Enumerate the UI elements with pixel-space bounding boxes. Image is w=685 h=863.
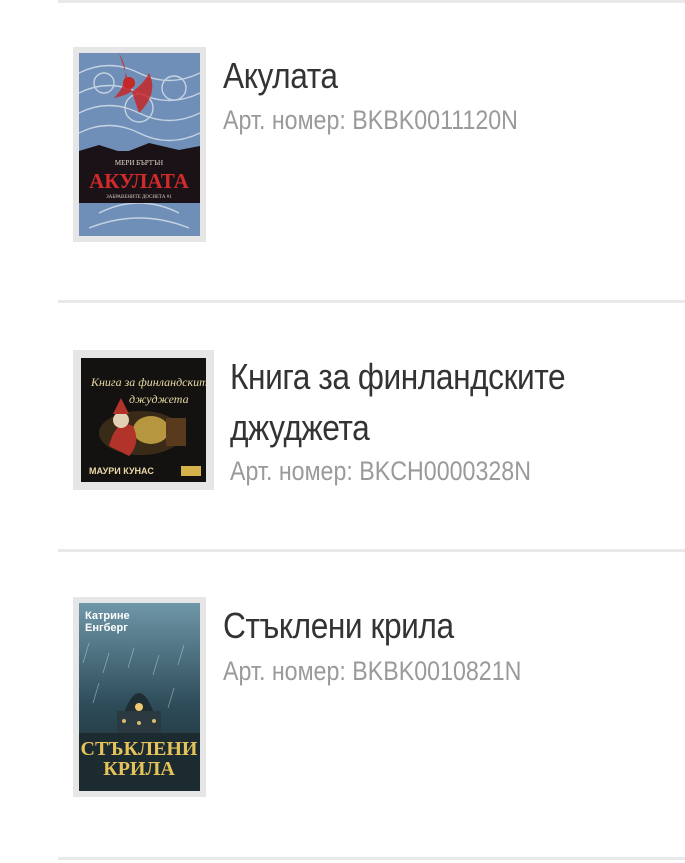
product-sku: Арт. номер: BKBK0011120N: [223, 105, 518, 135]
book-cover-akulata-icon: МЕРИ БЪРТЪН АКУЛАТА ЗАБРАВЕНИТЕ ДОСИЕТА …: [79, 53, 200, 236]
cover-author-last-text: Енгберг: [85, 622, 128, 634]
product-title[interactable]: Стъклени крила: [223, 600, 454, 651]
book-cover-finnish-dwarves-icon: Книга за финландските джуджета МАУРИ КУН…: [81, 358, 206, 482]
cover-title-text-2: КРИЛА: [103, 758, 175, 780]
cover-title-text: АКУЛАТА: [89, 169, 190, 193]
book-cover-finnish-dwarves-thumbnail[interactable]: Книга за финландските джуджета МАУРИ КУН…: [73, 350, 214, 490]
cover-series-text: ЗАБРАВЕНИТЕ ДОСИЕТА #1: [106, 195, 172, 200]
cover-author-text: МЕРИ БЪРТЪН: [115, 159, 163, 167]
book-cover-akulata-thumbnail[interactable]: МЕРИ БЪРТЪН АКУЛАТА ЗАБРАВЕНИТЕ ДОСИЕТА …: [73, 47, 206, 242]
list-item-product-1[interactable]: МЕРИ БЪРТЪН АКУЛАТА ЗАБРАВЕНИТЕ ДОСИЕТА …: [0, 0, 685, 300]
product-title-line[interactable]: Стъклени крила: [223, 600, 454, 651]
cover-title-text: Книга за финландските: [90, 375, 206, 389]
product-title-line[interactable]: Книга за финландските: [230, 351, 566, 402]
list-divider: [58, 857, 685, 860]
product-title-line[interactable]: джуджета: [230, 402, 565, 453]
list-item-product-3[interactable]: Катрине Енгберг СТЪКЛЕНИ КРИЛА Стъклени …: [0, 552, 685, 857]
cover-title-text-2: джуджета: [129, 392, 189, 406]
product-sku: Арт. номер: BKCH0000328N: [230, 456, 531, 486]
product-list: МЕРИ БЪРТЪН АКУЛАТА ЗАБРАВЕНИТЕ ДОСИЕТА …: [0, 0, 685, 863]
cover-title-text: СТЪКЛЕНИ: [81, 738, 198, 760]
product-sku: Арт. номер: BKBK0010821N: [223, 656, 522, 686]
product-title[interactable]: Книга за финландските джуджета: [230, 351, 566, 453]
product-title-line[interactable]: Акулата: [223, 50, 338, 101]
cover-author-first-text: Катрине: [85, 610, 130, 622]
product-title[interactable]: Акулата: [223, 50, 338, 101]
book-cover-glass-wings-icon: Катрине Енгберг СТЪКЛЕНИ КРИЛА: [79, 603, 200, 791]
book-cover-glass-wings-thumbnail[interactable]: Катрине Енгберг СТЪКЛЕНИ КРИЛА: [73, 597, 206, 797]
cover-author-text: МАУРИ КУНАС: [89, 466, 154, 476]
list-item-product-2[interactable]: Книга за финландските джуджета МАУРИ КУН…: [0, 303, 685, 549]
